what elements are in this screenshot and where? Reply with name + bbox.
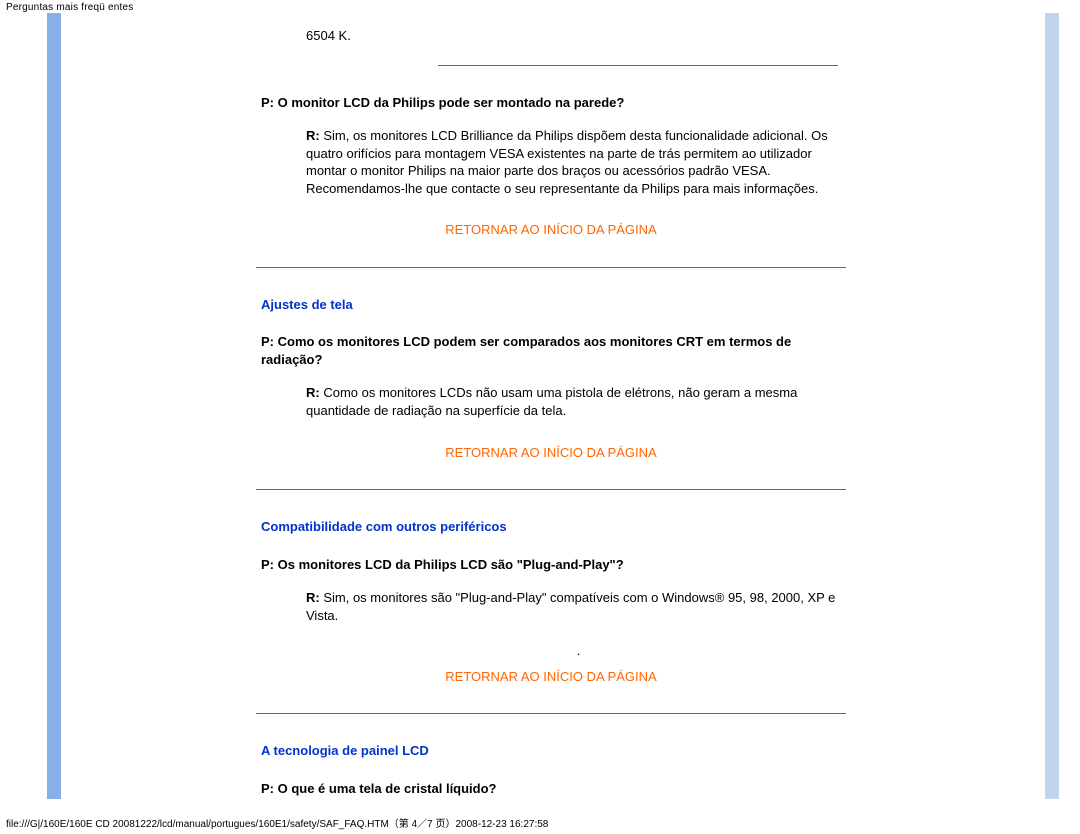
section-title-lcd-tech: A tecnologia de painel LCD xyxy=(261,742,1015,760)
question-4: P: O que é uma tela de cristal líquido? xyxy=(261,780,1015,798)
previous-answer-tail: 6504 K. xyxy=(261,13,1015,45)
question-prefix: P: xyxy=(261,334,274,349)
return-to-top-3: RETORNAR AO INÍCIO DA PÁGINA xyxy=(256,668,846,686)
question-3: P: Os monitores LCD da Philips LCD são "… xyxy=(261,556,1015,574)
left-accent-band xyxy=(47,13,61,799)
footer-file-path: file:///G|/160E/160E CD 20081222/lcd/man… xyxy=(6,815,548,830)
answer-text: Sim, os monitores LCD Brilliance da Phil… xyxy=(306,128,828,196)
divider-wide-2 xyxy=(256,489,846,490)
page-body-wrapper: 6504 K. P: O monitor LCD da Philips pode… xyxy=(0,13,1080,799)
question-prefix: P: xyxy=(261,781,274,796)
content-area: 6504 K. P: O monitor LCD da Philips pode… xyxy=(61,13,1045,799)
answer-3: R: Sim, os monitores são "Plug-and-Play"… xyxy=(261,589,851,624)
question-2: P: Como os monitores LCD podem ser compa… xyxy=(261,333,821,368)
question-prefix: P: xyxy=(261,557,274,572)
return-to-top-2: RETORNAR AO INÍCIO DA PÁGINA xyxy=(256,444,846,462)
dot-separator: . xyxy=(261,642,851,660)
question-text: O monitor LCD da Philips pode ser montad… xyxy=(274,95,624,110)
return-to-top-1: RETORNAR AO INÍCIO DA PÁGINA xyxy=(256,221,846,239)
return-to-top-link[interactable]: RETORNAR AO INÍCIO DA PÁGINA xyxy=(445,222,656,237)
return-to-top-link[interactable]: RETORNAR AO INÍCIO DA PÁGINA xyxy=(445,445,656,460)
divider-short xyxy=(438,65,838,66)
answer-prefix: R: xyxy=(306,385,320,400)
question-1: P: O monitor LCD da Philips pode ser mon… xyxy=(261,94,1015,112)
answer-prefix: R: xyxy=(306,128,320,143)
answer-prefix: R: xyxy=(306,590,320,605)
question-text: Os monitores LCD da Philips LCD são "Plu… xyxy=(274,557,624,572)
answer-2: R: Como os monitores LCDs não usam uma p… xyxy=(261,384,851,419)
divider-wide-3 xyxy=(256,713,846,714)
question-text: Como os monitores LCD podem ser comparad… xyxy=(261,334,791,367)
return-to-top-link[interactable]: RETORNAR AO INÍCIO DA PÁGINA xyxy=(445,669,656,684)
right-accent-band xyxy=(1045,13,1059,799)
divider-wide-1 xyxy=(256,267,846,268)
section-title-compatibility: Compatibilidade com outros periféricos xyxy=(261,518,1015,536)
question-prefix: P: xyxy=(261,95,274,110)
section-title-adjustments: Ajustes de tela xyxy=(261,296,1015,314)
page-header: Perguntas mais freqü entes xyxy=(0,0,1080,13)
answer-text: Como os monitores LCDs não usam uma pist… xyxy=(306,385,797,418)
question-text: O que é uma tela de cristal líquido? xyxy=(274,781,497,796)
answer-1: R: Sim, os monitores LCD Brilliance da P… xyxy=(261,127,851,197)
answer-text: Sim, os monitores são "Plug-and-Play" co… xyxy=(306,590,835,623)
